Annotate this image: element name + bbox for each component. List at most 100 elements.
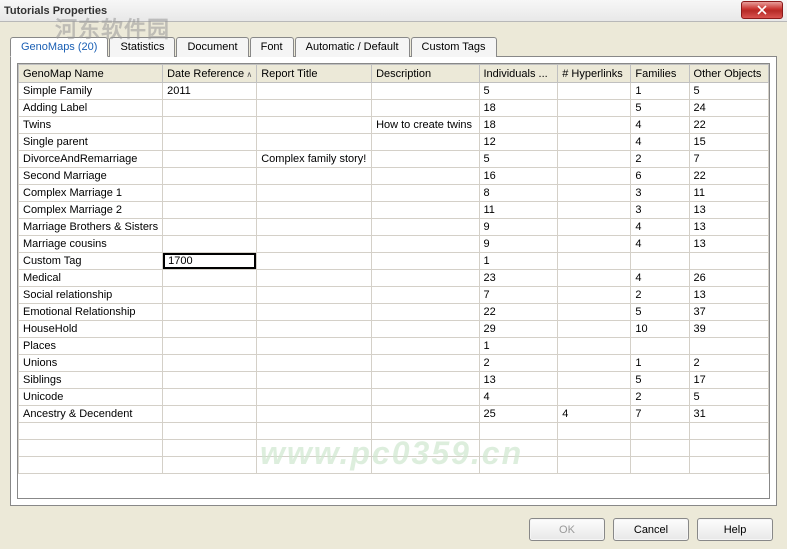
cell-desc[interactable] <box>372 219 479 236</box>
cell-ind[interactable]: 1 <box>479 338 558 355</box>
cell-date[interactable] <box>163 270 257 287</box>
cell-hyp[interactable] <box>558 202 631 219</box>
cell-oth[interactable]: 5 <box>689 389 768 406</box>
cell-date[interactable] <box>163 406 257 423</box>
cell-hyp[interactable] <box>558 83 631 100</box>
help-button[interactable]: Help <box>697 518 773 541</box>
cell-report[interactable] <box>257 270 372 287</box>
cell-name[interactable]: HouseHold <box>19 321 163 338</box>
cell-date[interactable] <box>163 202 257 219</box>
column-header--hyperlinks[interactable]: # Hyperlinks <box>558 65 631 83</box>
cell-date[interactable] <box>163 236 257 253</box>
tab-font[interactable]: Font <box>250 37 294 57</box>
table-row[interactable]: Emotional Relationship22537 <box>19 304 769 321</box>
cell-date[interactable] <box>163 117 257 134</box>
cell-date[interactable] <box>163 219 257 236</box>
cell-name[interactable]: Complex Marriage 2 <box>19 202 163 219</box>
cell-oth[interactable]: 22 <box>689 168 768 185</box>
cell-hyp[interactable] <box>558 117 631 134</box>
cell-fam[interactable]: 5 <box>631 100 689 117</box>
cell-name[interactable]: Second Marriage <box>19 168 163 185</box>
cell-fam[interactable]: 4 <box>631 219 689 236</box>
cell-name[interactable]: Places <box>19 338 163 355</box>
table-row[interactable]: Complex Marriage 18311 <box>19 185 769 202</box>
cell-oth[interactable]: 24 <box>689 100 768 117</box>
cell-date[interactable] <box>163 304 257 321</box>
cell-oth[interactable]: 13 <box>689 219 768 236</box>
cell-report[interactable] <box>257 338 372 355</box>
cell-desc[interactable] <box>372 253 479 270</box>
cell-fam[interactable]: 3 <box>631 185 689 202</box>
cell-desc[interactable] <box>372 100 479 117</box>
cell-name[interactable]: Unicode <box>19 389 163 406</box>
cell-oth[interactable]: 15 <box>689 134 768 151</box>
cell-ind[interactable]: 7 <box>479 287 558 304</box>
cell-oth[interactable] <box>689 338 768 355</box>
cell-report[interactable] <box>257 355 372 372</box>
cell-ind[interactable]: 16 <box>479 168 558 185</box>
column-header-families[interactable]: Families <box>631 65 689 83</box>
cell-fam[interactable]: 4 <box>631 270 689 287</box>
tab-automatic-default[interactable]: Automatic / Default <box>295 37 410 57</box>
cell-fam[interactable]: 5 <box>631 304 689 321</box>
cell-name[interactable]: Custom Tag <box>19 253 163 270</box>
cell-report[interactable] <box>257 253 372 270</box>
cell-desc[interactable] <box>372 270 479 287</box>
cell-date[interactable] <box>163 372 257 389</box>
cell-desc[interactable] <box>372 389 479 406</box>
cell-report[interactable] <box>257 185 372 202</box>
cell-desc[interactable] <box>372 338 479 355</box>
cell-ind[interactable]: 18 <box>479 100 558 117</box>
cell-hyp[interactable] <box>558 372 631 389</box>
cell-hyp[interactable] <box>558 236 631 253</box>
cell-oth[interactable]: 13 <box>689 287 768 304</box>
column-header-individuals-[interactable]: Individuals ... <box>479 65 558 83</box>
cell-desc[interactable] <box>372 168 479 185</box>
cell-name[interactable]: DivorceAndRemarriage <box>19 151 163 168</box>
cell-fam[interactable]: 3 <box>631 202 689 219</box>
cell-date[interactable] <box>163 168 257 185</box>
cell-oth[interactable]: 26 <box>689 270 768 287</box>
cell-name[interactable]: Single parent <box>19 134 163 151</box>
cell-fam[interactable] <box>631 253 689 270</box>
column-header-genomap-name[interactable]: GenoMap Name <box>19 65 163 83</box>
cell-oth[interactable]: 11 <box>689 185 768 202</box>
cell-oth[interactable]: 13 <box>689 202 768 219</box>
cell-hyp[interactable] <box>558 389 631 406</box>
table-row[interactable]: Medical23426 <box>19 270 769 287</box>
cell-oth[interactable]: 22 <box>689 117 768 134</box>
cell-report[interactable] <box>257 168 372 185</box>
cell-fam[interactable]: 2 <box>631 151 689 168</box>
tab-document[interactable]: Document <box>176 37 248 57</box>
cell-date[interactable]: 2011 <box>163 83 257 100</box>
cell-date[interactable] <box>163 134 257 151</box>
cell-name[interactable]: Ancestry & Decendent <box>19 406 163 423</box>
cell-ind[interactable]: 11 <box>479 202 558 219</box>
cell-oth[interactable]: 2 <box>689 355 768 372</box>
cell-report[interactable]: Complex family story! <box>257 151 372 168</box>
table-row[interactable]: Unions212 <box>19 355 769 372</box>
cell-date[interactable] <box>163 151 257 168</box>
table-row[interactable]: Simple Family2011515 <box>19 83 769 100</box>
cell-name[interactable]: Siblings <box>19 372 163 389</box>
cell-ind[interactable]: 25 <box>479 406 558 423</box>
cell-oth[interactable]: 39 <box>689 321 768 338</box>
cell-ind[interactable]: 5 <box>479 151 558 168</box>
cell-desc[interactable] <box>372 406 479 423</box>
cell-fam[interactable]: 10 <box>631 321 689 338</box>
tab-genomaps-20-[interactable]: GenoMaps (20) <box>10 37 108 57</box>
cell-desc[interactable] <box>372 202 479 219</box>
cell-report[interactable] <box>257 100 372 117</box>
cell-fam[interactable]: 5 <box>631 372 689 389</box>
cell-report[interactable] <box>257 372 372 389</box>
cell-hyp[interactable] <box>558 219 631 236</box>
cell-name[interactable]: Medical <box>19 270 163 287</box>
cell-ind[interactable]: 1 <box>479 253 558 270</box>
column-header-report-title[interactable]: Report Title <box>257 65 372 83</box>
tab-custom-tags[interactable]: Custom Tags <box>411 37 497 57</box>
cell-oth[interactable]: 31 <box>689 406 768 423</box>
cell-ind[interactable]: 9 <box>479 236 558 253</box>
cell-hyp[interactable] <box>558 134 631 151</box>
cell-hyp[interactable] <box>558 151 631 168</box>
table-row[interactable]: TwinsHow to create twins18422 <box>19 117 769 134</box>
